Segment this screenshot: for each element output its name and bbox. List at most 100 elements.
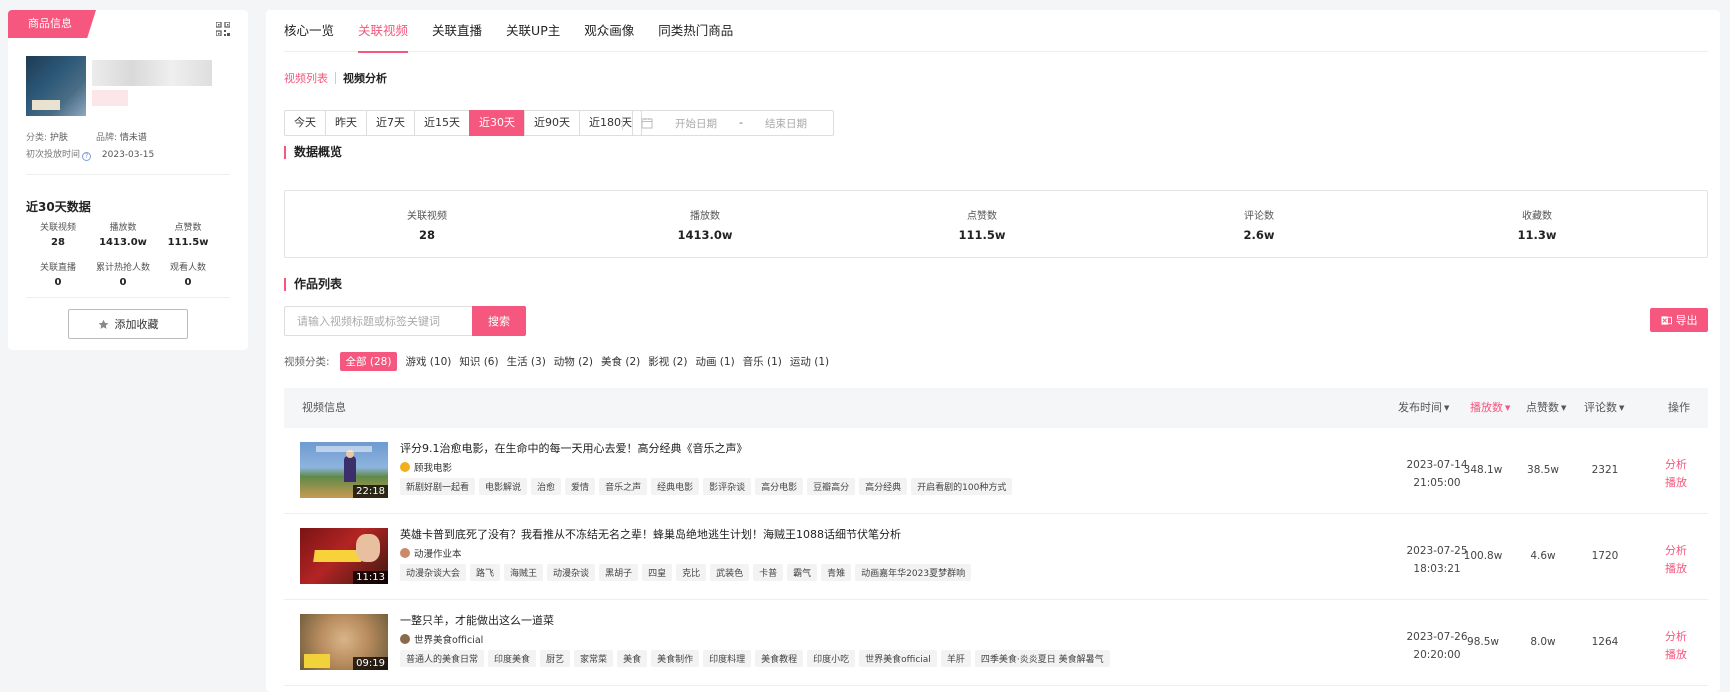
stat-plays: 播放数 1413.0w: [99, 223, 147, 248]
tab-similar-products[interactable]: 同类热门商品: [658, 10, 733, 52]
play-count: 98.5w: [1467, 636, 1499, 648]
video-tag: 印度料理: [703, 650, 752, 667]
video-author[interactable]: 动漫作业本: [400, 546, 462, 560]
stat-likes: 点赞数 111.5w: [167, 223, 209, 248]
analyze-link[interactable]: 分析: [1656, 628, 1696, 646]
add-favorite-label: 添加收藏: [114, 318, 159, 331]
tab-related-videos[interactable]: 关联视频: [358, 10, 409, 53]
analyze-link[interactable]: 分析: [1656, 542, 1696, 560]
date-range-picker[interactable]: 开始日期 - 结束日期: [632, 110, 834, 136]
end-date-field[interactable]: 结束日期: [751, 116, 821, 131]
data-overview-card: 关联视频 28 播放数 1413.0w 点赞数 111.5w 评论数 2.6w …: [284, 190, 1708, 258]
range-30-days[interactable]: 近30天: [469, 110, 525, 136]
tab-related-up[interactable]: 关联UP主: [506, 10, 560, 52]
category-sports[interactable]: 运动 (1): [790, 352, 829, 371]
video-tag: 印度美食: [488, 650, 537, 667]
date-dash: -: [739, 117, 743, 129]
comment-count: 1264: [1591, 636, 1619, 648]
video-tag: 高分电影: [755, 478, 804, 495]
header-plays[interactable]: 播放数 ▼: [1470, 388, 1510, 428]
comment-count: 2321: [1591, 464, 1619, 476]
video-tag: 经典电影: [651, 478, 700, 495]
video-tags: 新剧好剧一起看 电影解说 治愈 爱情 音乐之声 经典电影 影评杂谈 高分电影 豆…: [400, 478, 1013, 495]
video-duration: 11:13: [353, 571, 388, 584]
video-tag: 印度小吃: [807, 650, 856, 667]
video-author[interactable]: 世界美食official: [400, 632, 483, 646]
range-90-days[interactable]: 近90天: [524, 110, 580, 136]
qrcode-icon[interactable]: [216, 22, 230, 36]
play-count: 348.1w: [1463, 464, 1503, 476]
video-tag: 美食教程: [755, 650, 804, 667]
video-tag: 治愈: [531, 478, 562, 495]
sort-down-icon: ▼: [1561, 404, 1567, 412]
video-tag: 普通人的美食日常: [400, 650, 485, 667]
tab-core-overview[interactable]: 核心一览: [284, 10, 334, 52]
header-publish-time[interactable]: 发布时间 ▼: [1398, 388, 1449, 428]
row-operations: 分析 播放: [1656, 456, 1696, 492]
video-title[interactable]: 一整只羊，才能做出这么一道菜: [400, 612, 554, 628]
publish-clock: 18:03:21: [1413, 563, 1461, 575]
video-tag: 美食制作: [651, 650, 700, 667]
category-value: 护肤: [49, 133, 68, 143]
author-name: 动漫作业本: [414, 549, 462, 560]
header-likes[interactable]: 点赞数 ▼: [1526, 388, 1566, 428]
start-date-field[interactable]: 开始日期: [661, 116, 731, 131]
like-count: 4.6w: [1530, 550, 1556, 562]
category-animal[interactable]: 动物 (2): [554, 352, 593, 371]
video-title[interactable]: 评分9.1治愈电影，在生命中的每一天用心去爱！高分经典《音乐之声》: [400, 440, 748, 456]
category-game[interactable]: 游戏 (10): [405, 352, 451, 371]
category-knowledge[interactable]: 知识 (6): [459, 352, 498, 371]
video-tag: 电影解说: [479, 478, 528, 495]
video-tag: 黑胡子: [599, 564, 639, 581]
avatar: [400, 634, 410, 644]
product-image: [26, 56, 86, 116]
video-thumbnail[interactable]: 22:18: [300, 442, 388, 498]
category-all[interactable]: 全部 (28): [339, 352, 398, 371]
video-duration: 09:19: [353, 657, 388, 670]
overview-related-videos: 关联视频 28: [407, 211, 447, 242]
first-launch-date: 2023-03-15: [101, 150, 155, 160]
category-film[interactable]: 影视 (2): [648, 352, 687, 371]
search-button[interactable]: 搜索: [472, 306, 526, 336]
product-info-ribbon: 商品信息: [8, 10, 96, 38]
video-tag: 路飞: [470, 564, 501, 581]
category-animation[interactable]: 动画 (1): [695, 352, 734, 371]
video-title[interactable]: 英雄卡普到底死了没有？我看推从不冻结无名之辈！蜂巢岛绝地逃生计划！海贼王1088…: [400, 526, 901, 542]
range-today[interactable]: 今天: [284, 110, 326, 136]
video-tag: 武装色: [710, 564, 750, 581]
play-link[interactable]: 播放: [1656, 560, 1696, 578]
video-thumbnail[interactable]: 09:19: [300, 614, 388, 670]
add-favorite-button[interactable]: 添加收藏: [68, 309, 188, 339]
header-operations: 操作: [1668, 401, 1690, 414]
subtab-video-analysis[interactable]: 视频分析: [343, 70, 387, 86]
category-music[interactable]: 音乐 (1): [743, 352, 782, 371]
category-life[interactable]: 生活 (3): [507, 352, 546, 371]
header-comments[interactable]: 评论数 ▼: [1584, 388, 1624, 428]
play-link[interactable]: 播放: [1656, 474, 1696, 492]
star-icon: [98, 319, 108, 329]
video-thumbnail[interactable]: 11:13: [300, 528, 388, 584]
overview-plays: 播放数 1413.0w: [677, 211, 733, 242]
category-food[interactable]: 美食 (2): [601, 352, 640, 371]
tab-audience-profile[interactable]: 观众画像: [584, 10, 634, 52]
video-author[interactable]: 顾我电影: [400, 460, 452, 474]
range-separator: [622, 116, 623, 130]
main-panel: 核心一览 关联视频 关联直播 关联UP主 观众画像 同类热门商品 视频列表 视频…: [266, 10, 1720, 692]
video-search-input[interactable]: [284, 306, 472, 336]
video-tags: 动漫杂谈大会 路飞 海贼王 动漫杂谈 黑胡子 四皇 克比 武装色 卡普 霸气 青…: [400, 564, 972, 581]
subtab-video-list[interactable]: 视频列表: [284, 70, 328, 86]
video-tag: 卡普: [753, 564, 784, 581]
table-row: 22:18 评分9.1治愈电影，在生命中的每一天用心去爱！高分经典《音乐之声》 …: [284, 428, 1708, 514]
tab-related-live[interactable]: 关联直播: [432, 10, 482, 52]
export-button[interactable]: 导出: [1650, 308, 1708, 332]
play-link[interactable]: 播放: [1656, 646, 1696, 664]
video-tag: 家常菜: [574, 650, 614, 667]
analyze-link[interactable]: 分析: [1656, 456, 1696, 474]
header-video-info: 视频信息: [302, 401, 346, 414]
range-15-days[interactable]: 近15天: [414, 110, 470, 136]
info-icon[interactable]: ?: [82, 152, 92, 161]
range-7-days[interactable]: 近7天: [366, 110, 415, 136]
date-range-buttons: 今天 昨天 近7天 近15天 近30天 近90天 近180天: [284, 110, 642, 136]
range-yesterday[interactable]: 昨天: [325, 110, 367, 136]
video-tag: 青雉: [821, 564, 852, 581]
